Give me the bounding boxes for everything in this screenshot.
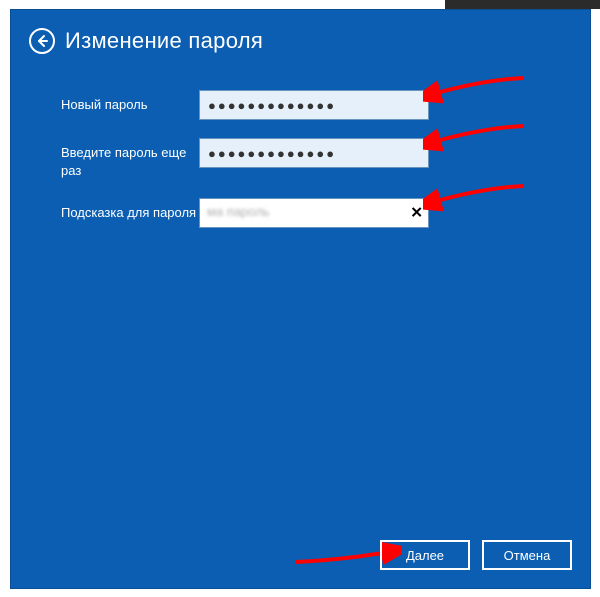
label-new-password: Новый пароль bbox=[61, 90, 199, 114]
password-hint-input[interactable] bbox=[199, 198, 429, 228]
arrow-left-icon bbox=[35, 34, 49, 48]
form: Новый пароль Введите пароль еще раз Подс… bbox=[11, 64, 590, 228]
page-title: Изменение пароля bbox=[65, 28, 263, 54]
clear-hint-button[interactable]: ✕ bbox=[410, 206, 423, 221]
footer: Далее Отмена bbox=[380, 540, 572, 570]
cancel-button[interactable]: Отмена bbox=[482, 540, 572, 570]
next-button[interactable]: Далее bbox=[380, 540, 470, 570]
label-confirm-password: Введите пароль еще раз bbox=[61, 138, 199, 180]
header: Изменение пароля bbox=[11, 10, 590, 64]
change-password-window: Изменение пароля Новый пароль Введите па… bbox=[10, 9, 591, 589]
row-confirm-password: Введите пароль еще раз bbox=[61, 138, 570, 180]
new-password-input[interactable] bbox=[199, 90, 429, 120]
row-hint: Подсказка для пароля ма пароль ✕ bbox=[61, 198, 570, 228]
label-hint: Подсказка для пароля bbox=[61, 198, 199, 222]
row-new-password: Новый пароль bbox=[61, 90, 570, 120]
confirm-password-input[interactable] bbox=[199, 138, 429, 168]
back-button[interactable] bbox=[29, 28, 55, 54]
